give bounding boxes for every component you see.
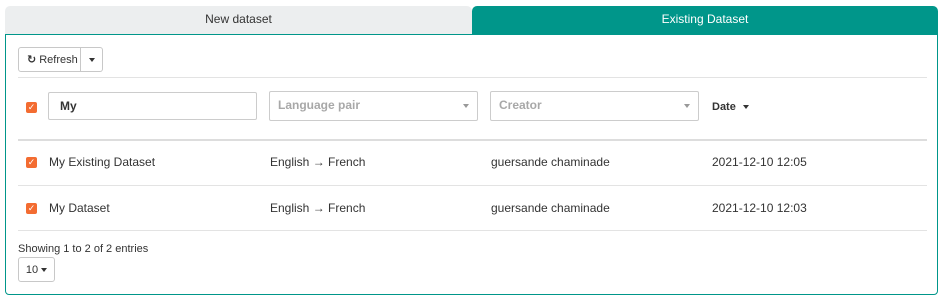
row-checkbox[interactable]: ✓ — [26, 157, 37, 168]
refresh-dropdown-button[interactable] — [81, 47, 103, 72]
page-length-select[interactable]: 10 — [18, 257, 55, 282]
language-pair-placeholder: Language pair — [278, 98, 361, 112]
date-sort-header[interactable]: Date — [712, 101, 749, 113]
check-icon: ✓ — [27, 203, 36, 213]
row-language-pair: English → French — [270, 201, 366, 215]
table-info: Showing 1 to 2 of 2 entries — [18, 243, 149, 255]
check-icon: ✓ — [27, 102, 36, 112]
chevron-down-icon — [463, 104, 469, 108]
tab-new-dataset[interactable]: New dataset — [5, 6, 472, 35]
refresh-icon: ↻ — [27, 54, 37, 66]
row-divider — [18, 230, 927, 231]
select-all-checkbox[interactable]: ✓ — [26, 102, 37, 113]
row-name: My Existing Dataset — [49, 155, 156, 169]
row-name: My Dataset — [49, 201, 110, 215]
check-icon: ✓ — [27, 157, 36, 167]
chevron-down-icon — [684, 104, 690, 108]
page-length-value: 10 — [25, 263, 39, 276]
row-creator: guersande chaminade — [491, 155, 610, 169]
date-header-label: Date — [712, 101, 736, 113]
divider — [18, 77, 927, 78]
chevron-down-icon — [88, 57, 95, 62]
sort-desc-icon — [742, 105, 749, 109]
language-pair-select[interactable]: Language pair — [269, 91, 478, 121]
row-creator: guersande chaminade — [491, 201, 610, 215]
existing-dataset-panel: ↻ Refresh ✓ Language pair Creator Date ✓… — [5, 34, 938, 295]
row-date: 2021-12-10 12:03 — [712, 201, 807, 215]
chevron-down-icon — [41, 267, 48, 272]
dataset-tabs: New dataset Existing Dataset — [5, 6, 938, 35]
row-date: 2021-12-10 12:05 — [712, 155, 807, 169]
creator-placeholder: Creator — [499, 98, 542, 112]
name-filter-input[interactable] — [48, 92, 257, 120]
row-language-pair: English → French — [270, 155, 366, 169]
header-divider — [18, 139, 927, 141]
refresh-label: Refresh — [39, 53, 78, 66]
refresh-button[interactable]: ↻ Refresh — [18, 47, 81, 72]
row-divider — [18, 185, 927, 186]
creator-select[interactable]: Creator — [490, 91, 699, 121]
row-checkbox[interactable]: ✓ — [26, 203, 37, 214]
tab-existing-dataset[interactable]: Existing Dataset — [472, 6, 938, 35]
refresh-button-group: ↻ Refresh — [18, 47, 103, 72]
